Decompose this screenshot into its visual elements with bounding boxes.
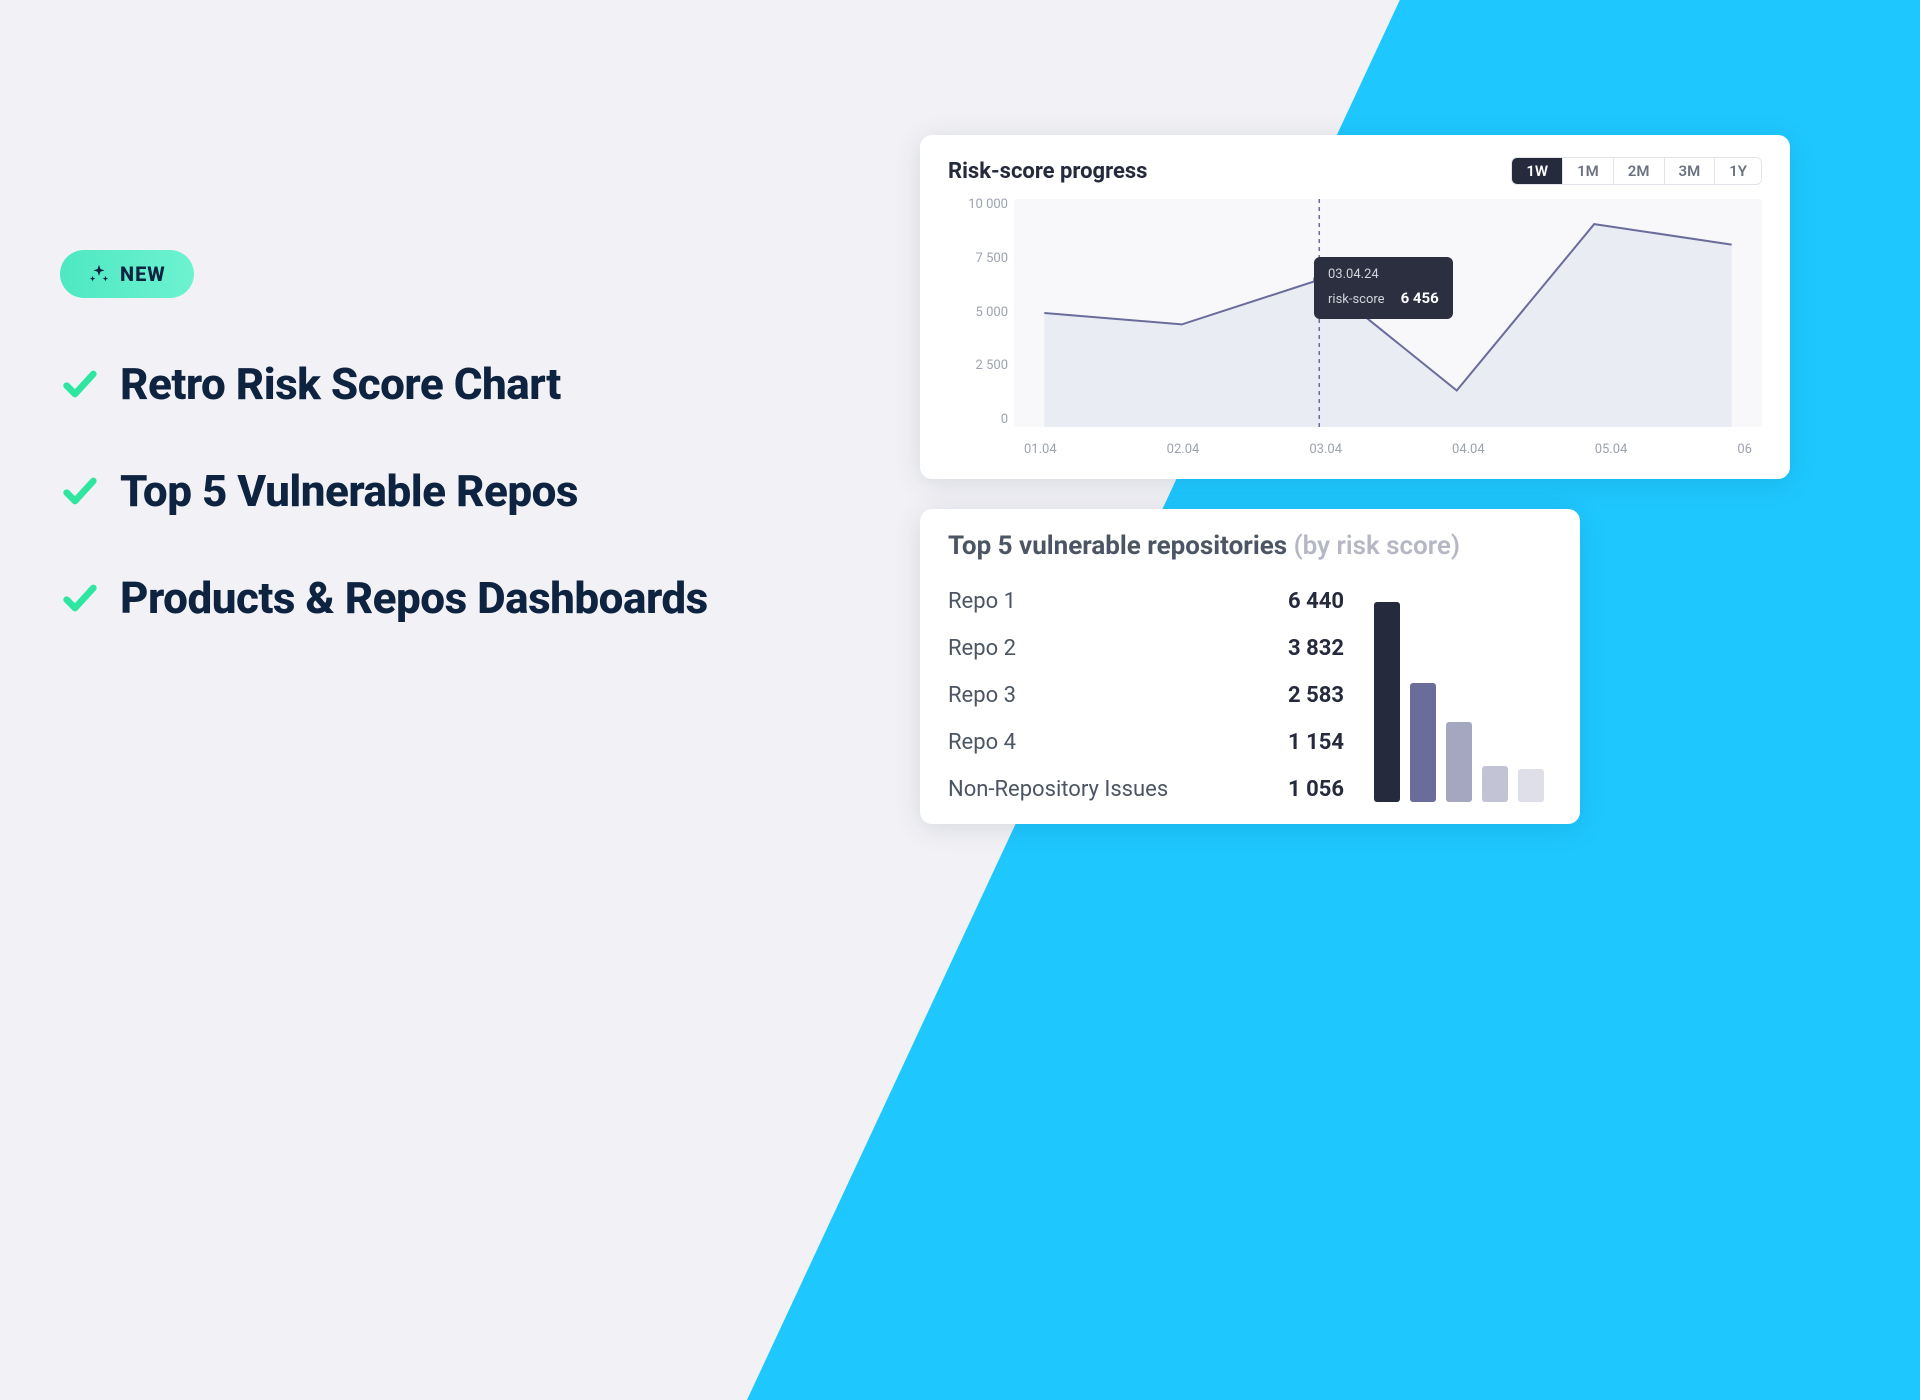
repo-value: 2 583 <box>1288 683 1344 708</box>
feature-list: Retro Risk Score Chart Top 5 Vulnerable … <box>60 358 880 624</box>
feature-item: Top 5 Vulnerable Repos <box>60 465 880 517</box>
x-tick: 03.04 <box>1309 442 1342 457</box>
y-tick: 2 500 <box>948 358 1008 373</box>
tab-1y[interactable]: 1Y <box>1715 158 1761 184</box>
repo-value: 1 056 <box>1288 777 1344 802</box>
repo-value: 1 154 <box>1288 730 1344 755</box>
y-tick: 0 <box>948 412 1008 427</box>
y-tick: 5 000 <box>948 305 1008 320</box>
feature-item: Retro Risk Score Chart <box>60 358 880 410</box>
check-icon <box>60 578 100 618</box>
tooltip-date: 03.04.24 <box>1328 265 1439 286</box>
feature-label: Products & Repos Dashboards <box>120 572 708 624</box>
top-repos-body: Repo 1 6 440 Repo 2 3 832 Repo 3 2 583 R… <box>948 589 1552 802</box>
y-tick: 10 000 <box>948 197 1008 212</box>
bar[interactable] <box>1374 602 1400 802</box>
repo-name: Repo 3 <box>948 683 1016 708</box>
feature-label: Top 5 Vulnerable Repos <box>120 465 578 517</box>
x-tick: 02.04 <box>1167 442 1200 457</box>
repo-name: Repo 1 <box>948 589 1016 614</box>
table-row[interactable]: Repo 3 2 583 <box>948 683 1344 708</box>
table-row[interactable]: Repo 1 6 440 <box>948 589 1344 614</box>
table-row[interactable]: Non-Repository Issues 1 056 <box>948 777 1344 802</box>
feature-label: Retro Risk Score Chart <box>120 358 561 410</box>
repo-name: Repo 4 <box>948 730 1016 755</box>
top-repos-title-main: Top 5 vulnerable repositories <box>948 531 1287 561</box>
chart-header: Risk-score progress 1W 1M 2M 3M 1Y <box>948 157 1762 185</box>
table-row[interactable]: Repo 2 3 832 <box>948 636 1344 661</box>
plot-area[interactable]: 03.04.24 risk-score 6 456 <box>1014 199 1762 427</box>
repo-value: 3 832 <box>1288 636 1344 661</box>
repo-value: 6 440 <box>1288 589 1344 614</box>
top-repos-title: Top 5 vulnerable repositories (by risk s… <box>948 531 1552 561</box>
y-axis: 10 000 7 500 5 000 2 500 0 <box>948 197 1008 427</box>
chart-tooltip: 03.04.24 risk-score 6 456 <box>1314 257 1453 319</box>
x-tick: 01.04 <box>1024 442 1057 457</box>
bar[interactable] <box>1446 722 1472 802</box>
tab-2m[interactable]: 2M <box>1614 158 1665 184</box>
tab-1w[interactable]: 1W <box>1512 158 1563 184</box>
chart-title: Risk-score progress <box>948 159 1147 184</box>
new-badge: NEW <box>60 250 194 298</box>
feature-promo-panel: NEW Retro Risk Score Chart Top 5 Vulnera… <box>60 250 880 624</box>
check-icon <box>60 471 100 511</box>
sparkle-icon <box>88 263 110 285</box>
tab-1m[interactable]: 1M <box>1563 158 1614 184</box>
table-row[interactable]: Repo 4 1 154 <box>948 730 1344 755</box>
repo-name: Repo 2 <box>948 636 1016 661</box>
top-repos-card: Top 5 vulnerable repositories (by risk s… <box>920 509 1580 824</box>
new-badge-label: NEW <box>120 262 166 286</box>
chart-body: 10 000 7 500 5 000 2 500 0 03.04.24 risk… <box>948 197 1762 457</box>
y-tick: 7 500 <box>948 251 1008 266</box>
tab-3m[interactable]: 3M <box>1665 158 1716 184</box>
bar[interactable] <box>1518 769 1544 802</box>
bar[interactable] <box>1410 683 1436 802</box>
time-range-tabs: 1W 1M 2M 3M 1Y <box>1511 157 1762 185</box>
dashboard-cards: Risk-score progress 1W 1M 2M 3M 1Y 10 00… <box>920 135 1790 824</box>
x-tick: 05.04 <box>1595 442 1628 457</box>
x-axis: 01.04 02.04 03.04 04.04 05.04 06 <box>1014 442 1762 457</box>
top-repos-list: Repo 1 6 440 Repo 2 3 832 Repo 3 2 583 R… <box>948 589 1344 802</box>
feature-item: Products & Repos Dashboards <box>60 572 880 624</box>
repo-name: Non-Repository Issues <box>948 777 1168 802</box>
top-repos-subtitle: (by risk score) <box>1294 531 1460 561</box>
check-icon <box>60 364 100 404</box>
tooltip-value: 6 456 <box>1401 286 1439 310</box>
tooltip-label: risk-score <box>1328 290 1385 311</box>
x-tick: 06 <box>1737 442 1752 457</box>
risk-score-chart-card: Risk-score progress 1W 1M 2M 3M 1Y 10 00… <box>920 135 1790 479</box>
top-repos-bars <box>1374 602 1552 802</box>
bar[interactable] <box>1482 766 1508 802</box>
x-tick: 04.04 <box>1452 442 1485 457</box>
